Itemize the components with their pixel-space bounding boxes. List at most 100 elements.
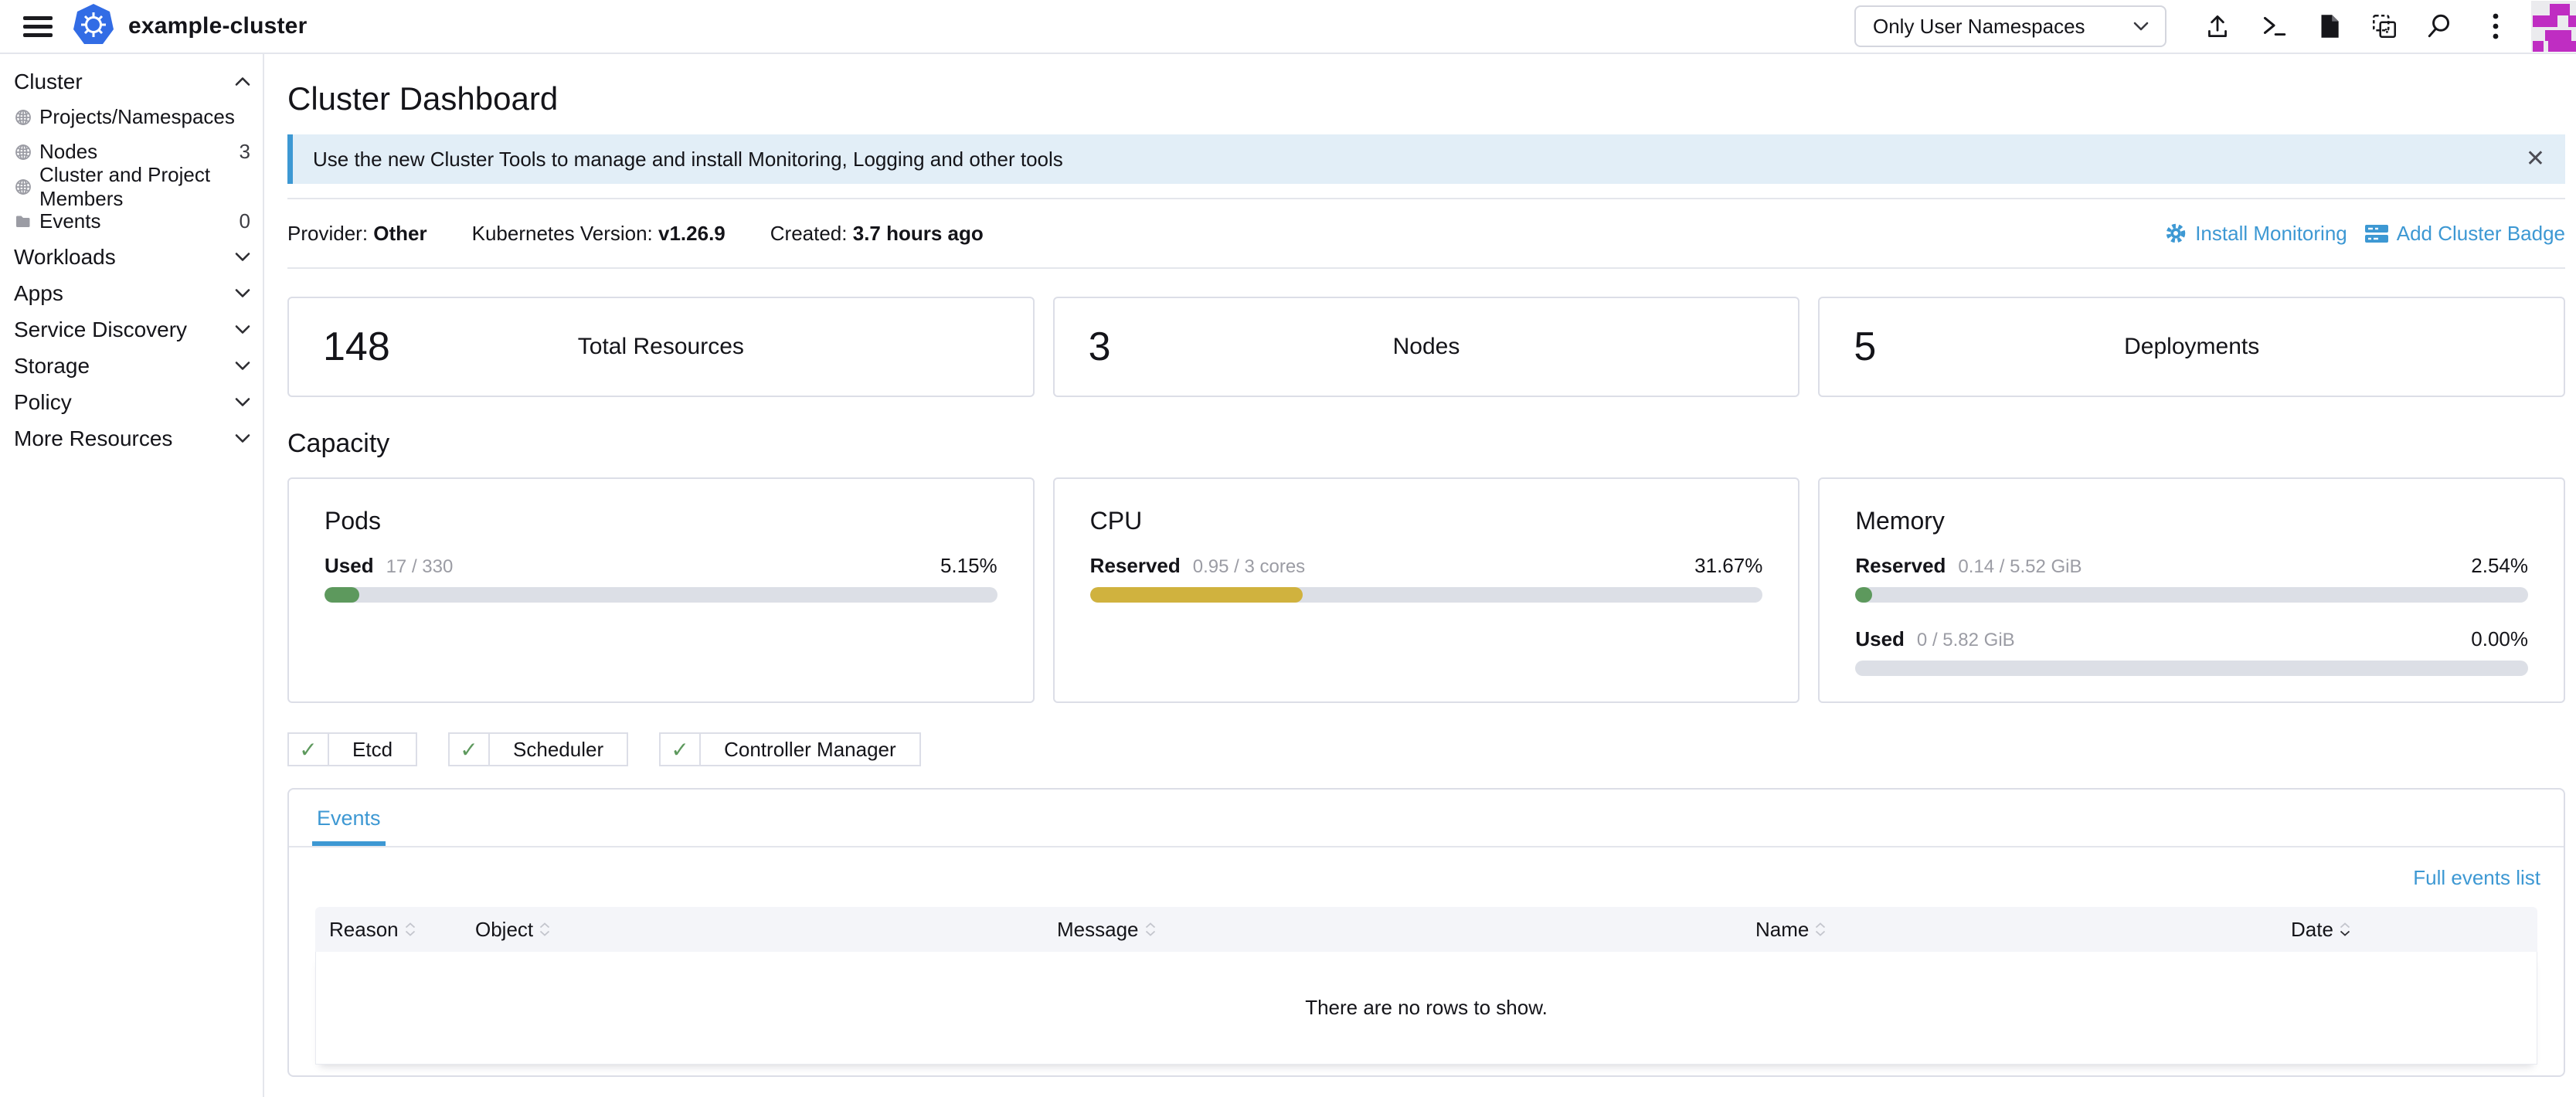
- column-label: Date: [2291, 918, 2333, 942]
- cpu-reserved-meter: Reserved 0.95 / 3 cores 31.67%: [1090, 554, 1763, 603]
- copy-kubeconfig-icon[interactable]: [2357, 5, 2412, 47]
- main-content: Cluster Dashboard Use the new Cluster To…: [264, 54, 2576, 1097]
- meter-label: Used: [1855, 627, 1905, 651]
- progress-fill: [325, 587, 359, 603]
- sidebar-group-apps[interactable]: Apps: [0, 275, 263, 311]
- badge-icon: [2364, 222, 2389, 245]
- events-table: Reason Object Message: [315, 907, 2537, 1065]
- search-icon[interactable]: [2412, 5, 2468, 47]
- column-label: Reason: [329, 918, 399, 942]
- glance-created: Created: 3.7 hours ago: [770, 222, 984, 246]
- component-status-row: ✓ Etcd ✓ Scheduler ✓ Controller Manager: [287, 732, 2565, 766]
- component-label: Etcd: [329, 738, 416, 762]
- sort-icon: [1145, 922, 1156, 936]
- capacity-row: Pods Used 17 / 330 5.15% CPU Reserved 0.…: [287, 477, 2565, 703]
- column-header-date[interactable]: Date: [2291, 918, 2537, 942]
- page-title: Cluster Dashboard: [287, 80, 2565, 117]
- folder-icon: [14, 212, 32, 231]
- column-header-name[interactable]: Name: [1755, 918, 2291, 942]
- glance-label: Created:: [770, 222, 848, 245]
- sidebar-item-cluster-and-project-members[interactable]: Cluster and Project Members: [0, 169, 263, 204]
- close-icon[interactable]: ✕: [2526, 148, 2545, 171]
- kebab-menu-icon[interactable]: [2468, 5, 2523, 47]
- meter-percent: 0.00%: [2471, 627, 2528, 651]
- sidebar-group-workloads[interactable]: Workloads: [0, 239, 263, 275]
- meter-label: Reserved: [1090, 554, 1181, 578]
- column-header-message[interactable]: Message: [1057, 918, 1755, 942]
- glance-value: Other: [373, 222, 427, 245]
- sidebar-group-more-resources[interactable]: More Resources: [0, 420, 263, 457]
- install-monitoring-link[interactable]: Install Monitoring: [2164, 222, 2347, 246]
- memory-reserved-meter: Reserved 0.14 / 5.52 GiB 2.54%: [1855, 554, 2528, 603]
- sidebar-group-label: Workloads: [14, 245, 116, 270]
- sidebar-group-storage[interactable]: Storage: [0, 348, 263, 384]
- glance-value: 3.7 hours ago: [853, 222, 984, 245]
- sidebar-count-badge: 3: [240, 140, 250, 164]
- import-yaml-icon[interactable]: [2190, 5, 2245, 47]
- progress-track: [1090, 587, 1763, 603]
- chevron-down-icon: [235, 397, 250, 407]
- glance-kubernetes-version: Kubernetes Version: v1.26.9: [472, 222, 726, 246]
- namespace-filter-value: Only User Namespaces: [1873, 15, 2085, 39]
- events-table-header: Reason Object Message: [315, 907, 2537, 952]
- sidebar-group-label: Policy: [14, 390, 72, 415]
- controller-manager-status-badge: ✓ Controller Manager: [659, 732, 921, 766]
- sort-icon: [2340, 922, 2350, 936]
- top-bar: example-cluster Only User Namespaces: [0, 0, 2576, 54]
- events-tab-row: Events: [289, 790, 2564, 847]
- header-tools: [2190, 5, 2523, 47]
- chevron-down-icon: [235, 324, 250, 335]
- gear-icon: [2164, 222, 2187, 245]
- scheduler-status-badge: ✓ Scheduler: [448, 732, 628, 766]
- sidebar-group-policy[interactable]: Policy: [0, 384, 263, 420]
- etcd-status-badge: ✓ Etcd: [287, 732, 417, 766]
- download-kubeconfig-icon[interactable]: [2301, 5, 2357, 47]
- sidebar-group-cluster[interactable]: Cluster: [0, 63, 263, 100]
- sidebar-group-service-discovery[interactable]: Service Discovery: [0, 311, 263, 348]
- check-icon: ✓: [450, 734, 490, 765]
- meter-percent: 2.54%: [2471, 554, 2528, 578]
- progress-fill: [1090, 587, 1303, 603]
- progress-fill: [1855, 587, 1872, 603]
- kubectl-shell-icon[interactable]: [2245, 5, 2301, 47]
- stat-label: Deployments: [1820, 334, 2564, 360]
- sidebar: Cluster Projects/Namespaces Nodes 3: [0, 54, 264, 1097]
- user-avatar[interactable]: [2531, 1, 2576, 52]
- full-events-list-link[interactable]: Full events list: [2413, 866, 2540, 890]
- stat-cards-row: 148 Total Resources 3 Nodes 5 Deployment…: [287, 297, 2565, 397]
- sidebar-group-label: Service Discovery: [14, 318, 187, 342]
- meter-label: Reserved: [1855, 554, 1946, 578]
- meter-fraction: 17 / 330: [386, 556, 454, 578]
- stat-label: Nodes: [1055, 334, 1799, 360]
- capacity-heading: Capacity: [287, 428, 2565, 459]
- divider: [287, 267, 2565, 269]
- sidebar-item-projects-namespaces[interactable]: Projects/Namespaces: [0, 100, 263, 134]
- column-header-reason[interactable]: Reason: [329, 918, 475, 942]
- namespace-filter-select[interactable]: Only User Namespaces: [1854, 5, 2166, 47]
- events-panel: Events Full events list Reason Object: [287, 788, 2565, 1077]
- sidebar-group-label: More Resources: [14, 426, 172, 451]
- sidebar-group-label: Cluster: [14, 70, 83, 94]
- meter-label: Used: [325, 554, 374, 578]
- column-label: Message: [1057, 918, 1139, 942]
- meter-fraction: 0.95 / 3 cores: [1193, 556, 1305, 578]
- tab-events[interactable]: Events: [312, 790, 386, 846]
- sidebar-item-label: Events: [39, 209, 101, 233]
- progress-track: [1855, 661, 2528, 676]
- globe-icon: [14, 143, 32, 161]
- banner-text: Use the new Cluster Tools to manage and …: [313, 148, 1063, 172]
- chevron-down-icon: [2133, 21, 2149, 32]
- capacity-card-title: Memory: [1855, 507, 2528, 535]
- action-label: Add Cluster Badge: [2397, 222, 2565, 246]
- glance-provider: Provider: Other: [287, 222, 427, 246]
- sidebar-group-label: Storage: [14, 354, 90, 379]
- deployments-card: 5 Deployments: [1818, 297, 2565, 397]
- column-header-object[interactable]: Object: [475, 918, 1057, 942]
- events-table-body: There are no rows to show.: [315, 952, 2537, 1065]
- add-cluster-badge-link[interactable]: Add Cluster Badge: [2364, 222, 2565, 246]
- pods-capacity-card: Pods Used 17 / 330 5.15%: [287, 477, 1035, 703]
- hamburger-menu-icon[interactable]: [23, 12, 53, 42]
- events-link-row: Full events list: [289, 847, 2564, 890]
- pods-used-meter: Used 17 / 330 5.15%: [325, 554, 997, 603]
- meter-percent: 31.67%: [1694, 554, 1762, 578]
